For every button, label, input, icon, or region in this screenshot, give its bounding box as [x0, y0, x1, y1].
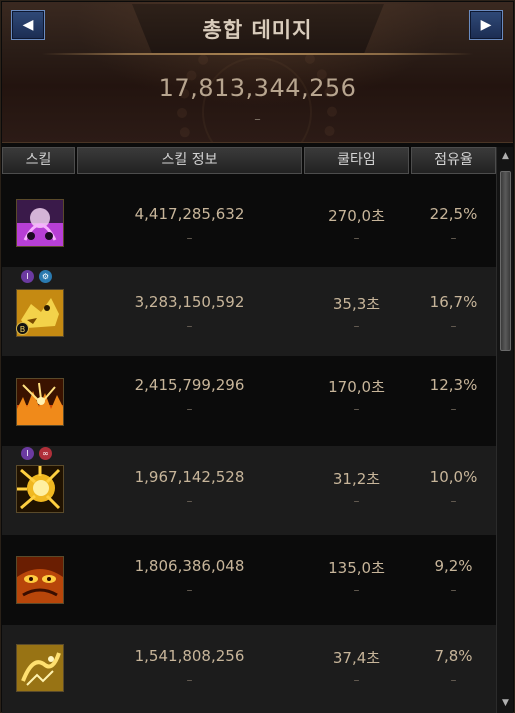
cooldown-sub: – [353, 673, 360, 687]
scroll-thumb[interactable] [500, 171, 511, 351]
cooldown-sub: – [353, 231, 360, 245]
skill-row[interactable]: I ∞ 1,967,142,528 31,2초 10,0% – – – [2, 446, 496, 535]
panel-title: 총합 데미지 [202, 18, 313, 42]
b-badge-icon: B [16, 322, 29, 335]
cooldown-sub: – [353, 319, 360, 333]
skill-share: 12,3% [429, 376, 478, 394]
share-sub: – [450, 673, 457, 687]
title-divider [42, 53, 473, 55]
skill-cooldown: 270,0초 [328, 207, 385, 225]
gear-badge-icon: ⚙ [39, 270, 52, 283]
column-header-share[interactable]: 점유율 [411, 147, 496, 174]
skill-row[interactable]: I ⚙ B 3,283,150,592 35,3초 16,7% – – – [2, 267, 496, 356]
skill-info-sub: – [186, 494, 193, 508]
skill-info-sub: – [186, 583, 193, 597]
skill-damage: 4,417,285,632 [134, 205, 245, 223]
skill-info-sub: – [186, 402, 193, 416]
skill-share: 7,8% [434, 647, 473, 665]
slot-badge-icon: I [21, 447, 34, 460]
skill-info-sub: – [186, 319, 193, 333]
slot-badge-icon: I [21, 270, 34, 283]
share-sub: – [450, 319, 457, 333]
arrow-right-icon: ▶ [480, 17, 492, 33]
total-damage-panel: 총합 데미지 ◀ ▶ 17,813,344,256 – 스킬 스킬 정보 쿨타임… [0, 0, 515, 713]
yellow-explosion-skill-icon [16, 465, 64, 513]
list-scrollbar[interactable]: ▲ ▼ [496, 147, 513, 713]
golden-dragon-skill-icon [16, 644, 64, 692]
skill-cooldown: 37,4초 [332, 649, 381, 667]
skill-damage: 1,806,386,048 [134, 557, 245, 575]
link-badge-icon: ∞ [39, 447, 52, 460]
skill-row[interactable]: 4,417,285,632 270,0초 22,5% – – – [2, 177, 496, 266]
skill-info-sub: – [186, 231, 193, 245]
scroll-down-button[interactable]: ▼ [499, 697, 512, 710]
skill-share: 10,0% [429, 468, 478, 486]
skill-cooldown: 135,0초 [328, 559, 385, 577]
skill-damage-list: 4,417,285,632 270,0초 22,5% – – – I ⚙ B 3… [2, 177, 496, 713]
skill-cooldown: 31,2초 [332, 470, 381, 488]
skill-info-sub: – [186, 673, 193, 687]
skill-damage: 2,415,799,296 [134, 376, 245, 394]
skill-cooldown: 170,0초 [328, 378, 385, 396]
column-header-skill[interactable]: 스킬 [2, 147, 75, 174]
skill-cooldown: 35,3초 [332, 295, 381, 313]
column-header-cooldown[interactable]: 쿨타임 [304, 147, 409, 174]
skill-share: 22,5% [429, 205, 478, 223]
chevron-down-icon: ▼ [502, 698, 509, 708]
share-sub: – [450, 231, 457, 245]
skill-share: 9,2% [434, 557, 473, 575]
share-sub: – [450, 494, 457, 508]
cooldown-sub: – [353, 402, 360, 416]
scroll-up-button[interactable]: ▲ [499, 150, 512, 163]
purple-spirit-skill-icon [16, 199, 64, 247]
damage-header: 총합 데미지 ◀ ▶ 17,813,344,256 – [2, 2, 513, 143]
skill-damage: 1,541,808,256 [134, 647, 245, 665]
total-damage-value: 17,813,344,256 [158, 74, 357, 102]
share-sub: – [450, 402, 457, 416]
total-damage-sub: – [254, 112, 261, 127]
skill-row[interactable]: 2,415,799,296 170,0초 12,3% – – – [2, 357, 496, 446]
skill-share: 16,7% [429, 293, 478, 311]
fire-eyes-skill-icon [16, 556, 64, 604]
arrow-left-icon: ◀ [22, 17, 34, 33]
skill-damage: 1,967,142,528 [134, 468, 245, 486]
skill-row[interactable]: 1,541,808,256 37,4초 7,8% – – – [2, 625, 496, 713]
next-page-button[interactable]: ▶ [469, 10, 503, 40]
cooldown-sub: – [353, 583, 360, 597]
column-headers: 스킬 스킬 정보 쿨타임 점유율 [2, 147, 496, 174]
cooldown-sub: – [353, 494, 360, 508]
fire-burst-skill-icon [16, 378, 64, 426]
skill-row[interactable]: 1,806,386,048 135,0초 9,2% – – – [2, 535, 496, 624]
chevron-up-icon: ▲ [502, 151, 509, 161]
prev-page-button[interactable]: ◀ [11, 10, 45, 40]
share-sub: – [450, 583, 457, 597]
column-header-skill-info[interactable]: 스킬 정보 [77, 147, 302, 174]
skill-damage: 3,283,150,592 [134, 293, 245, 311]
